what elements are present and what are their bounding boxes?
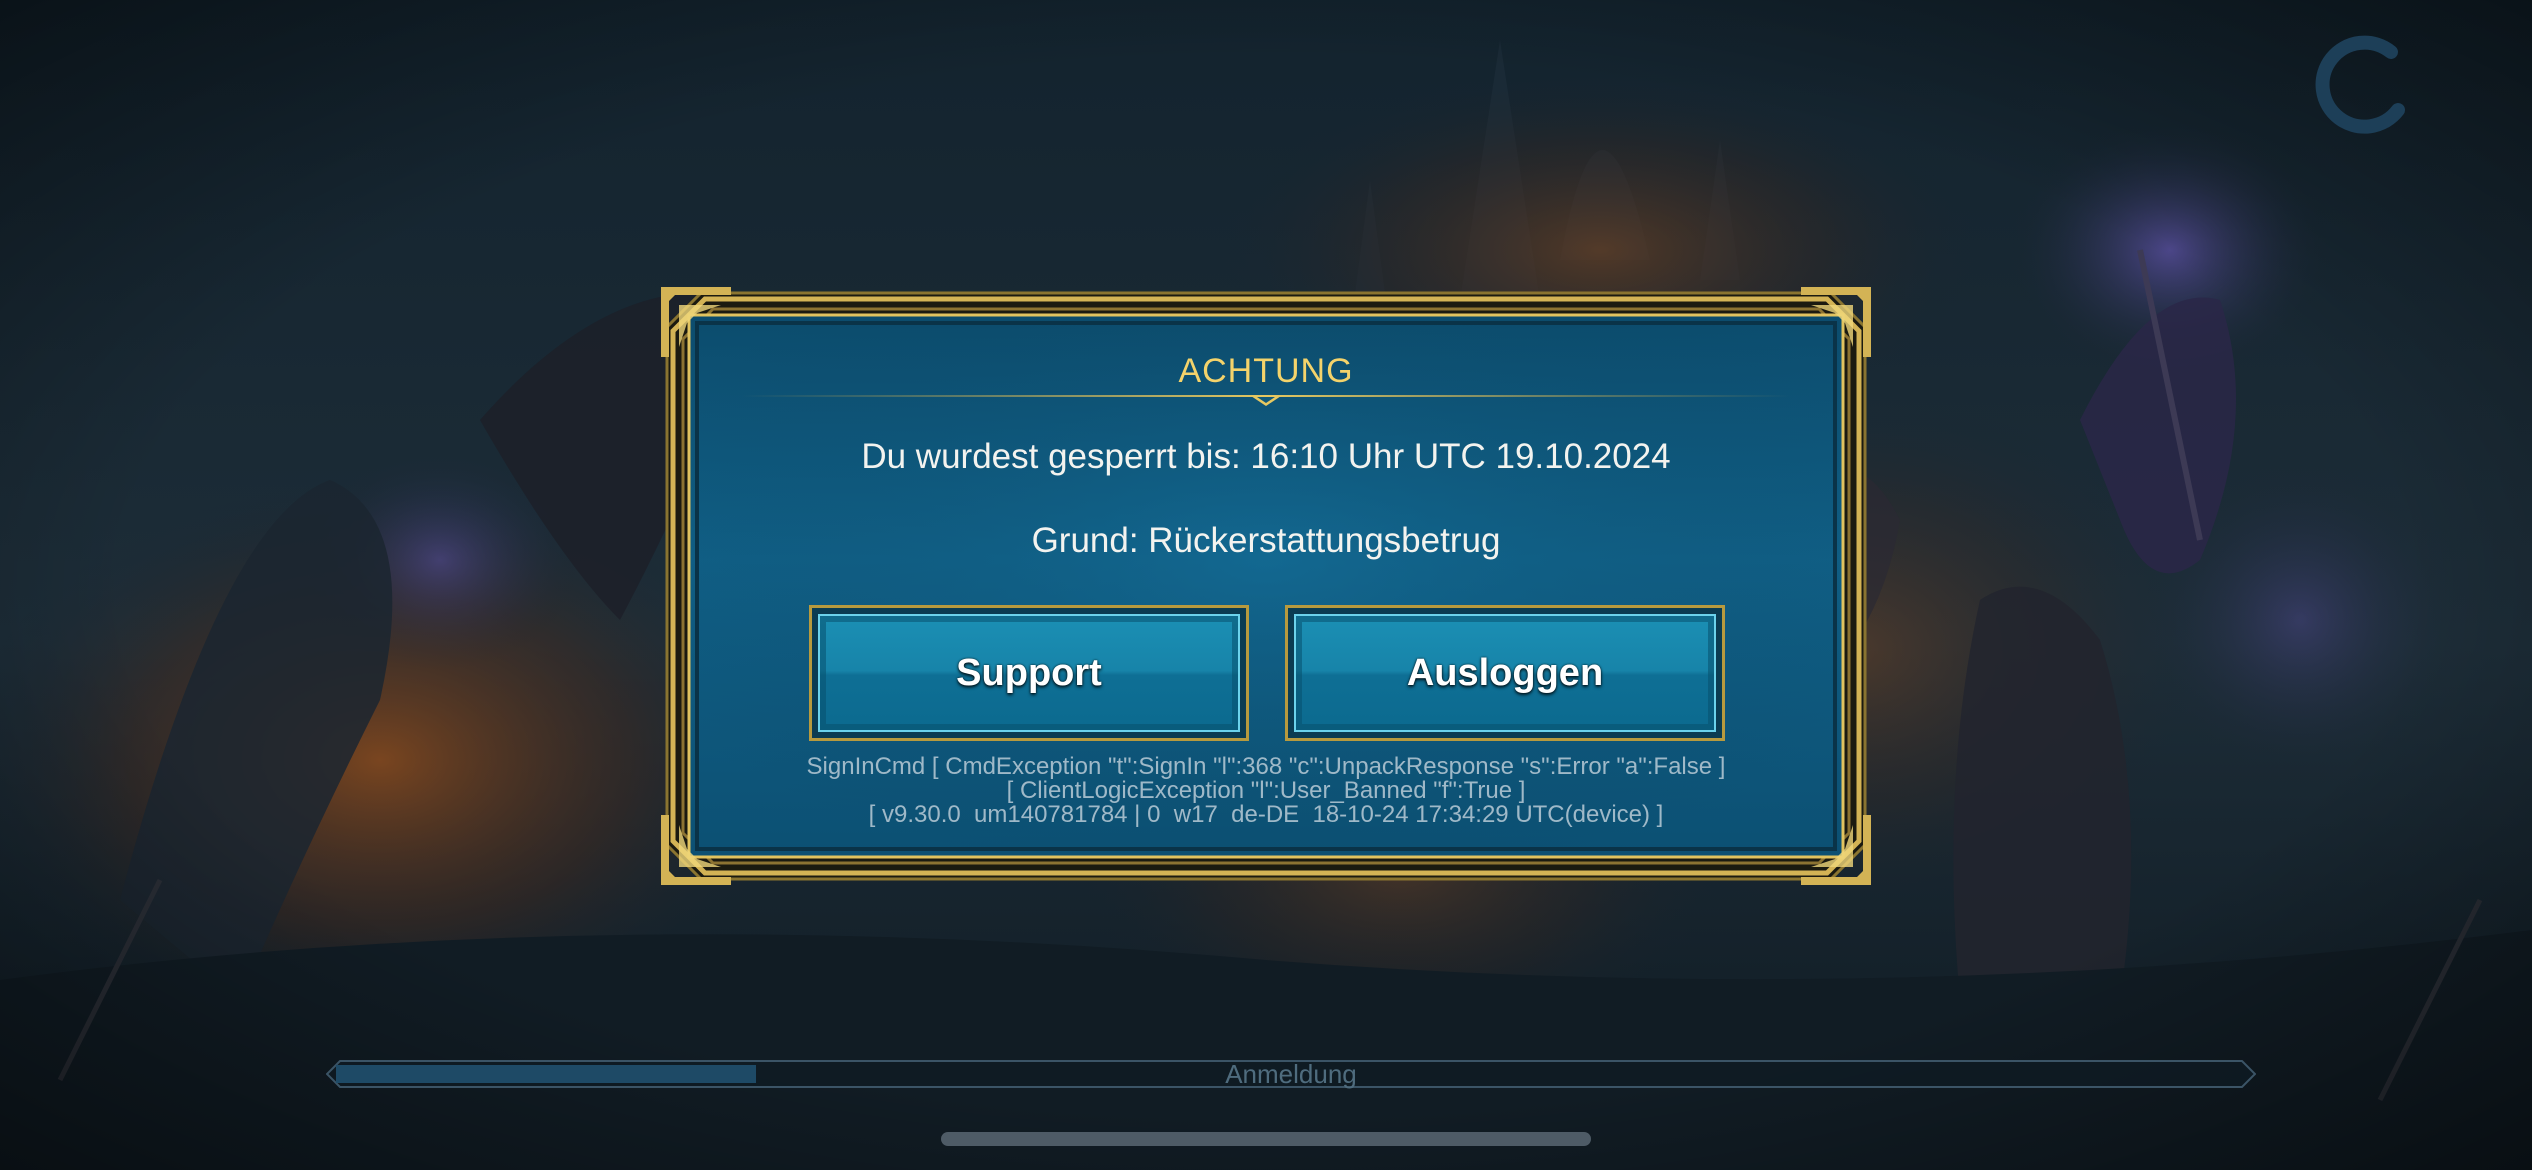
dialog-title: ACHTUNG — [1178, 352, 1354, 390]
ban-message: Du wurdest gesperrt bis: 16:10 Uhr UTC 1… — [861, 437, 1671, 476]
title-divider — [741, 395, 1791, 406]
ban-dialog: ACHTUNG Du wurdest gesperrt bis: 16:10 U… — [661, 287, 1871, 885]
error-line: SignInCmd [ CmdException "t":SignIn "l":… — [806, 753, 1726, 780]
support-button-label: Support — [956, 651, 1102, 694]
loading-spinner-icon — [2315, 35, 2405, 134]
logout-button-label: Ausloggen — [1406, 651, 1604, 694]
loading-progress-bar: Anmeldung — [326, 1060, 2256, 1088]
logout-button-face[interactable]: Ausloggen — [1294, 614, 1716, 732]
error-line: [ ClientLogicException "l":User_Banned "… — [1006, 777, 1526, 804]
error-details: SignInCmd [ CmdException "t":SignIn "l":… — [661, 755, 1871, 827]
game-screen: ACHTUNG Du wurdest gesperrt bis: 16:10 U… — [0, 0, 2532, 1170]
support-button-face[interactable]: Support — [818, 614, 1240, 732]
loading-label: Anmeldung — [1225, 1059, 1357, 1089]
logout-button[interactable]: Ausloggen — [1285, 605, 1725, 741]
support-button[interactable]: Support — [809, 605, 1249, 741]
error-line: [ v9.30.0 um140781784 | 0 w17 de-DE 18-1… — [868, 801, 1664, 828]
ban-reason: Grund: Rückerstattungsbetrug — [1031, 521, 1501, 560]
home-indicator[interactable] — [941, 1132, 1591, 1146]
